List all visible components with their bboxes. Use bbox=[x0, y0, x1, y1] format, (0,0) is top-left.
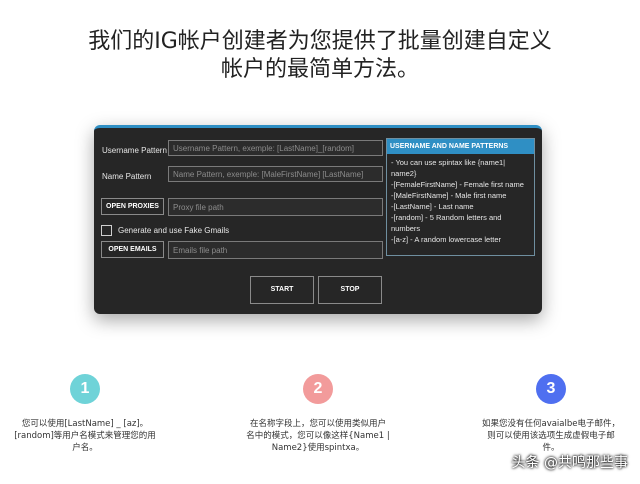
name-pattern-input[interactable]: Name Pattern, exemple: [MaleFirstName] [… bbox=[168, 166, 383, 182]
step-2-line: Name2}使用spintxa。 bbox=[271, 443, 365, 453]
fake-gmails-label: Generate and use Fake Gmails bbox=[118, 226, 230, 235]
patterns-line: -[MaleFirstName] - Male first name bbox=[391, 191, 507, 200]
name-pattern-label: Name Pattern bbox=[102, 172, 152, 181]
headline-line-2: 帐户的最简单方法。 bbox=[220, 57, 419, 82]
step-2-line: 在名称字段上，您可以使用类似用户 bbox=[249, 419, 386, 429]
step-1-line: [random]等用户名模式来管理您的用 bbox=[14, 431, 156, 441]
watermark: 头条 @共鸣那些事 bbox=[511, 455, 628, 471]
patterns-line: -[random] - 5 Random letters and bbox=[391, 213, 502, 222]
proxy-file-input[interactable]: Proxy file path bbox=[168, 198, 383, 216]
headline: 我们的IG帐户创建者为您提供了批量创建自定义 帐户的最简单方法。 bbox=[0, 28, 640, 84]
step-1-line: 您可以使用[LastName] _ [az]。 bbox=[21, 419, 149, 429]
step-2-line: 名中的模式，您可以像这样{Name1 | bbox=[246, 431, 390, 441]
open-emails-button[interactable]: OPEN EMAILS bbox=[101, 241, 164, 258]
step-3-badge: 3 bbox=[536, 374, 566, 404]
step-3-line: 则可以使用该选项生成虚假电子邮 bbox=[487, 431, 615, 441]
fake-gmails-checkbox[interactable] bbox=[101, 225, 112, 236]
open-proxies-button[interactable]: OPEN PROXIES bbox=[101, 198, 164, 215]
start-button[interactable]: START bbox=[250, 276, 314, 304]
step-2-badge: 2 bbox=[303, 374, 333, 404]
patterns-line: -[LastName] - Last name bbox=[391, 202, 474, 211]
step-3-description: 如果您没有任何avaialbe电子邮件， 则可以使用该选项生成虚假电子邮 件。 bbox=[468, 418, 634, 454]
patterns-help-body: - You can use spintax like {name1| name2… bbox=[387, 154, 534, 245]
step-1-description: 您可以使用[LastName] _ [az]。 [random]等用户名模式来管… bbox=[0, 418, 170, 454]
patterns-line: -[FemaleFirstName] - Female first name bbox=[391, 180, 524, 189]
patterns-line: - You can use spintax like {name1| bbox=[391, 158, 506, 167]
stop-button[interactable]: STOP bbox=[318, 276, 382, 304]
account-creator-window: Username Pattern Username Pattern, exemp… bbox=[94, 125, 542, 314]
emails-file-input[interactable]: Emails file path bbox=[168, 241, 383, 259]
patterns-line: name2} bbox=[391, 169, 417, 178]
headline-line-1: 我们的IG帐户创建者为您提供了批量创建自定义 bbox=[88, 29, 552, 54]
username-pattern-input[interactable]: Username Pattern, exemple: [LastName]_[r… bbox=[168, 140, 383, 156]
patterns-help-panel: USERNAME AND NAME PATTERNS - You can use… bbox=[386, 138, 535, 256]
step-1-badge: 1 bbox=[70, 374, 100, 404]
step-3-line: 如果您没有任何avaialbe电子邮件， bbox=[481, 419, 620, 429]
patterns-line: numbers bbox=[391, 224, 421, 233]
step-1-line: 户名。 bbox=[72, 443, 98, 453]
step-2-description: 在名称字段上，您可以使用类似用户 名中的模式，您可以像这样{Name1 | Na… bbox=[230, 418, 406, 454]
patterns-line: -[a-z] - A random lowercase letter bbox=[391, 235, 502, 244]
patterns-help-title: USERNAME AND NAME PATTERNS bbox=[387, 139, 534, 154]
username-pattern-label: Username Pattern bbox=[102, 146, 167, 155]
